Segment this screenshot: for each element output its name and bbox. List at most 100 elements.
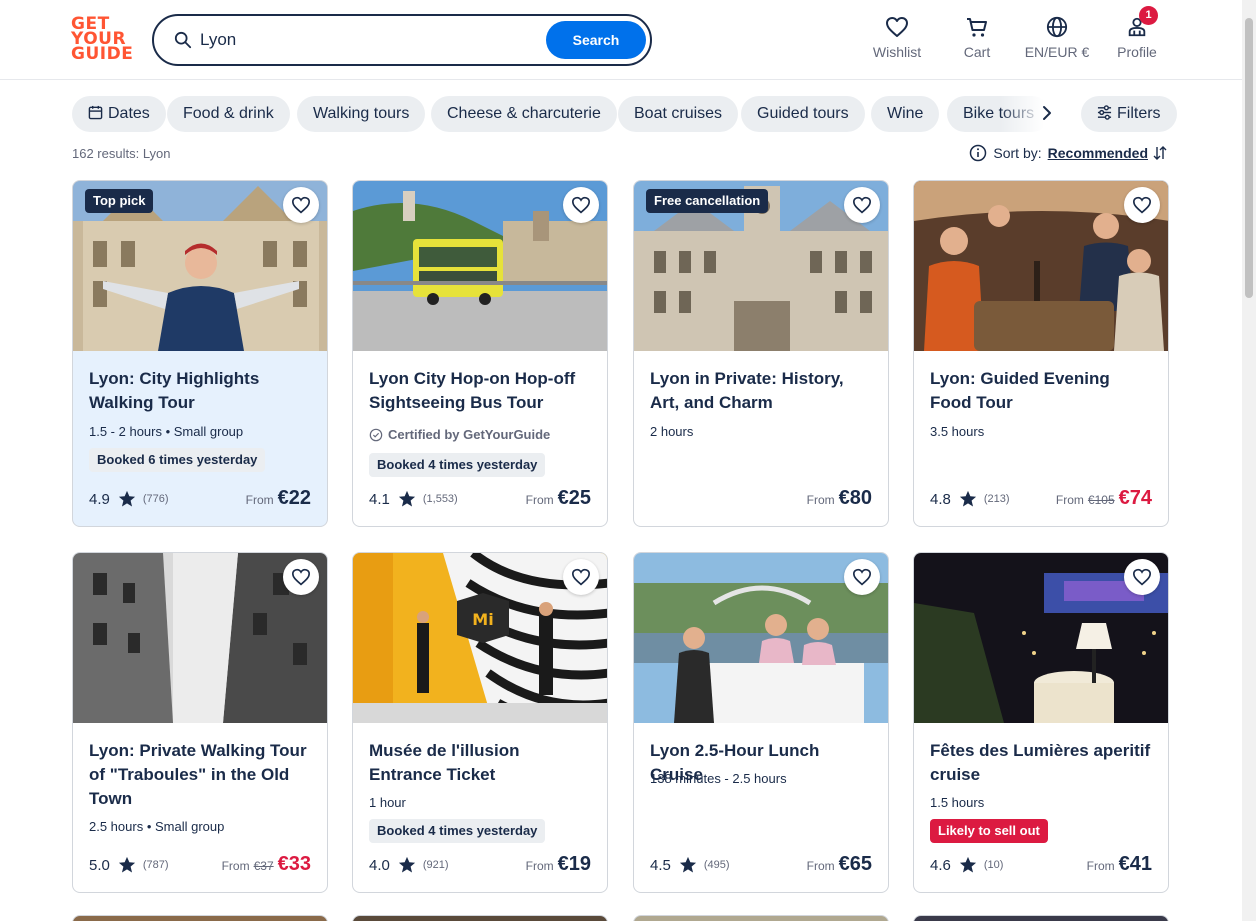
original-price: €105 xyxy=(1087,493,1115,507)
activity-meta: 3.5 hours xyxy=(930,424,985,439)
nav-profile[interactable]: 1 Profile xyxy=(1116,6,1158,60)
activity-rating: 5.0 (787) xyxy=(89,856,169,874)
sort-arrows-icon xyxy=(1153,146,1167,160)
getyourguide-logo[interactable]: GET YOUR GUIDE xyxy=(71,16,133,65)
activity-card[interactable]: Top pick Lyon: City Highlights Walking T… xyxy=(72,180,328,527)
nav-wishlist[interactable]: Wishlist xyxy=(872,16,922,60)
booked-badge: Booked 6 times yesterday xyxy=(89,448,266,472)
activity-title[interactable]: Lyon City Hop-on Hop-off Sightseeing Bus… xyxy=(369,367,595,415)
calendar-icon xyxy=(88,105,103,120)
activity-price: From €19 xyxy=(525,853,591,875)
nav-locale-label: EN/EUR € xyxy=(1024,44,1090,60)
search-input[interactable] xyxy=(200,26,540,54)
activity-meta: 1.5 hours xyxy=(930,795,985,810)
star-icon xyxy=(679,856,696,873)
heart-icon xyxy=(886,17,908,37)
activity-card[interactable]: Lyon City Hop-on Hop-off Sightseeing Bus… xyxy=(352,180,608,527)
activity-title[interactable]: Lyon in Private: History, Art, and Charm xyxy=(650,367,876,415)
star-icon xyxy=(959,856,976,873)
search-bar: Search xyxy=(152,14,652,66)
star-icon xyxy=(398,490,415,507)
activity-rating: 4.5 (495) xyxy=(650,856,730,874)
activity-card-partial[interactable] xyxy=(72,915,328,921)
activity-title[interactable]: Musée de l'illusion Entrance Ticket xyxy=(369,739,595,787)
activity-card[interactable]: Fêtes des Lumières aperitif cruise 1.5 h… xyxy=(913,552,1169,893)
sliders-icon xyxy=(1097,105,1112,120)
booked-badge: Booked 4 times yesterday xyxy=(369,453,546,477)
chip-wine[interactable]: Wine xyxy=(871,96,940,132)
wishlist-heart-button[interactable] xyxy=(844,559,880,595)
heart-outline-icon xyxy=(291,568,311,586)
nav-locale[interactable]: EN/EUR € xyxy=(1022,16,1092,60)
activity-title[interactable]: Lyon: Private Walking Tour of "Traboules… xyxy=(89,739,315,811)
heart-outline-icon xyxy=(852,196,872,214)
nav-cart[interactable]: Cart xyxy=(960,16,994,60)
chip-boat-cruises[interactable]: Boat cruises xyxy=(618,96,739,132)
activity-price: From €65 xyxy=(806,853,872,875)
header: GET YOUR GUIDE Search Wishlist Cart EN/E… xyxy=(0,0,1256,80)
activity-rating: 4.1 (1,553) xyxy=(369,490,458,508)
heart-outline-icon xyxy=(571,568,591,586)
activity-meta: 138 minutes - 2.5 hours xyxy=(650,771,787,786)
info-icon[interactable] xyxy=(969,144,987,162)
free-cancellation-tag: Free cancellation xyxy=(646,189,769,213)
activity-rating: 4.0 (921) xyxy=(369,856,449,874)
sort-control[interactable]: Sort by: Recommended xyxy=(969,144,1168,162)
activity-price: From €25 xyxy=(525,487,591,509)
original-price: €37 xyxy=(253,859,274,873)
chevron-right-icon[interactable] xyxy=(1037,103,1057,123)
star-icon xyxy=(959,490,976,507)
top-pick-tag: Top pick xyxy=(85,189,154,213)
activity-rating: 4.8 (213) xyxy=(930,490,1010,508)
filters-button[interactable]: Filters xyxy=(1081,96,1177,132)
chip-dates[interactable]: Dates xyxy=(72,96,166,132)
activity-meta: 2.5 hours • Small group xyxy=(89,819,225,834)
wishlist-heart-button[interactable] xyxy=(844,187,880,223)
heart-outline-icon xyxy=(571,196,591,214)
activity-rating: 4.9 (776) xyxy=(89,490,169,508)
activity-title[interactable]: Lyon: Guided Evening Food Tour xyxy=(930,367,1156,415)
nav-cart-label: Cart xyxy=(963,44,991,60)
wishlist-heart-button[interactable] xyxy=(283,187,319,223)
star-icon xyxy=(118,856,135,873)
page-scrollbar[interactable] xyxy=(1242,0,1256,921)
search-button[interactable]: Search xyxy=(546,21,646,59)
svg-text:Mi: Mi xyxy=(472,610,493,629)
activity-card-partial[interactable] xyxy=(352,915,608,921)
activity-card[interactable]: Lyon: Private Walking Tour of "Traboules… xyxy=(72,552,328,893)
wishlist-heart-button[interactable] xyxy=(283,559,319,595)
heart-outline-icon xyxy=(291,196,311,214)
activity-price: From €105 €74 xyxy=(1055,487,1152,509)
certified-label: Certified by GetYourGuide xyxy=(369,427,550,442)
activity-card-partial[interactable] xyxy=(913,915,1169,921)
activity-card[interactable]: Mi Musée de l'illusion Entrance Ticket 1… xyxy=(352,552,608,893)
activity-meta: 1.5 - 2 hours • Small group xyxy=(89,424,244,439)
heart-outline-icon xyxy=(852,568,872,586)
activity-card-partial[interactable] xyxy=(633,915,889,921)
cart-icon xyxy=(967,18,987,37)
activity-rating: 4.6 (10) xyxy=(930,856,1004,874)
activity-card[interactable]: Lyon: Guided Evening Food Tour 3.5 hours… xyxy=(913,180,1169,527)
wishlist-heart-button[interactable] xyxy=(563,187,599,223)
activity-title[interactable]: Fêtes des Lumières aperitif cruise xyxy=(930,739,1156,787)
activity-title[interactable]: Lyon: City Highlights Walking Tour xyxy=(89,367,315,415)
wishlist-heart-button[interactable] xyxy=(1124,559,1160,595)
scrollbar-thumb[interactable] xyxy=(1245,18,1253,298)
globe-icon xyxy=(1046,16,1068,38)
likely-sell-out-badge: Likely to sell out xyxy=(930,819,1048,843)
sort-value[interactable]: Recommended xyxy=(1048,145,1148,161)
chip-cheese-charcuterie[interactable]: Cheese & charcuterie xyxy=(431,96,617,132)
search-icon xyxy=(174,31,192,49)
activity-card[interactable]: Free cancellation Lyon in Private: Histo… xyxy=(633,180,889,527)
activity-price: From €37 €33 xyxy=(221,853,311,875)
chip-food-drink[interactable]: Food & drink xyxy=(167,96,290,132)
star-icon xyxy=(118,490,135,507)
wishlist-heart-button[interactable] xyxy=(1124,187,1160,223)
chip-guided-tours[interactable]: Guided tours xyxy=(741,96,865,132)
activity-meta: 2 hours xyxy=(650,424,694,439)
activity-card[interactable]: Lyon 2.5-Hour Lunch Cruise 138 minutes -… xyxy=(633,552,889,893)
wishlist-heart-button[interactable] xyxy=(563,559,599,595)
activity-price: From €22 xyxy=(245,487,311,509)
booked-badge: Booked 4 times yesterday xyxy=(369,819,546,843)
chip-walking-tours[interactable]: Walking tours xyxy=(297,96,426,132)
